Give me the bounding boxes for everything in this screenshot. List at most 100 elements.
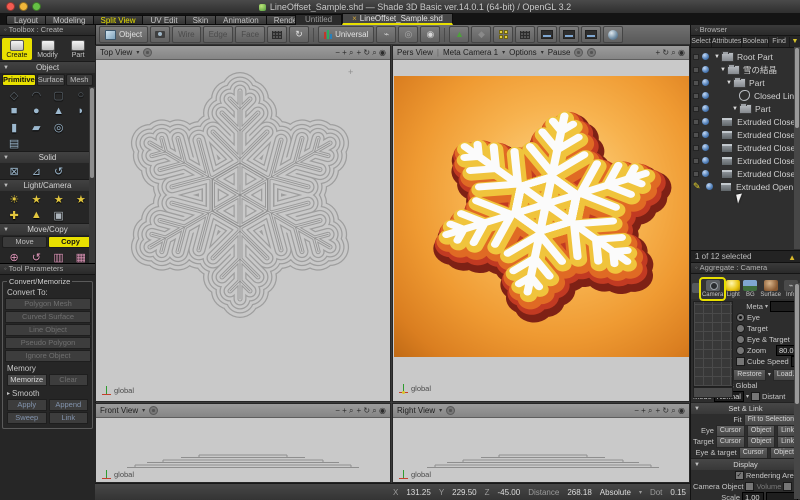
solid-revolve-icon[interactable]: ↺: [48, 163, 70, 179]
target-object-button[interactable]: Object: [747, 436, 775, 448]
disclosure-arrow[interactable]: ▼: [714, 54, 721, 60]
smooth-apply-button[interactable]: Apply: [7, 399, 47, 411]
pin-tool-button[interactable]: ◎: [398, 26, 418, 43]
visibility-toggle[interactable]: [693, 145, 699, 151]
visibility-toggle[interactable]: [693, 54, 699, 60]
disclosure-arrow[interactable]: ▼: [726, 80, 733, 86]
face-mode-button[interactable]: Face: [235, 26, 265, 43]
move-copy-section-header[interactable]: ▼Move/Copy: [0, 223, 95, 235]
eye-target-radio[interactable]: [736, 335, 745, 344]
render-toggle-icon[interactable]: [702, 144, 709, 151]
volume-checkbox[interactable]: [745, 482, 754, 491]
convert-curved-surface-button[interactable]: Curved Surface: [5, 311, 91, 323]
target-radio[interactable]: [736, 324, 745, 333]
curve-tool-icon[interactable]: ◠: [25, 87, 47, 103]
trackball-reset-button[interactable]: [693, 387, 733, 398]
box-tool-icon[interactable]: ■: [3, 103, 25, 119]
close-tab-icon[interactable]: ×: [352, 14, 357, 23]
tree-row[interactable]: Extruded Closed: [691, 141, 800, 154]
color-grid-button[interactable]: [493, 26, 513, 43]
viewport-gear-icon[interactable]: [143, 48, 152, 57]
doc-tab-untitled[interactable]: Untitled: [295, 14, 342, 25]
pause-button[interactable]: Pause: [548, 48, 571, 57]
toolbox-tab-modify[interactable]: Modify: [33, 38, 63, 60]
sun-light-icon[interactable]: ☀: [3, 191, 25, 207]
render-toggle-icon[interactable]: [702, 157, 709, 164]
set-link-section-header[interactable]: ▼Set & Link: [691, 402, 800, 414]
rect-tool-icon[interactable]: ▢: [48, 87, 70, 103]
render-toggle-icon[interactable]: [702, 53, 709, 60]
subtab-surface[interactable]: Surface: [37, 74, 65, 86]
tree-row[interactable]: ▼ Root Part: [691, 50, 800, 63]
lamp-tool-button[interactable]: ◉: [420, 26, 440, 43]
camera-trackball[interactable]: [693, 301, 733, 387]
eye-cursor-button[interactable]: Cursor: [716, 425, 745, 437]
torus-tool-icon[interactable]: ◎: [48, 119, 70, 135]
pers-view-label[interactable]: Pers View: [397, 48, 433, 57]
aggregate-scrollbar[interactable]: [794, 283, 800, 499]
toolbox-tab-part[interactable]: Part: [63, 38, 93, 60]
sight-checkbox[interactable]: [783, 482, 792, 491]
convert-pseudo-polygon-button[interactable]: Pseudo Polygon: [5, 337, 91, 349]
tab-skin[interactable]: Skin: [186, 15, 217, 25]
spot-light-icon[interactable]: ★: [25, 191, 47, 207]
aggregate-pin-icon[interactable]: [692, 283, 700, 293]
front-viewport-canvas[interactable]: global: [96, 417, 390, 482]
target-cursor-button[interactable]: Cursor: [716, 436, 745, 448]
right-viewport-canvas[interactable]: global: [393, 417, 689, 482]
close-window-button[interactable]: [6, 2, 15, 11]
rotate-copy-icon[interactable]: ↺: [25, 249, 47, 263]
render-toggle-icon[interactable]: [702, 170, 709, 177]
convert-line-object-button[interactable]: Line Object: [5, 324, 91, 336]
point-light-icon[interactable]: ★: [48, 191, 70, 207]
visibility-toggle[interactable]: [693, 93, 699, 99]
preview-render-button[interactable]: [603, 26, 623, 43]
render-toggle-icon[interactable]: [706, 183, 713, 190]
visibility-toggle[interactable]: [693, 132, 699, 138]
top-viewport-canvas[interactable]: + global: [96, 59, 390, 401]
visibility-toggle[interactable]: [693, 158, 699, 164]
visibility-toggle[interactable]: [693, 106, 699, 112]
doc-tab-active[interactable]: ×LineOffset_Sample.shd: [342, 13, 453, 25]
visibility-toggle[interactable]: [693, 171, 699, 177]
object-mode-button[interactable]: Object: [99, 26, 148, 43]
tab-layout[interactable]: Layout: [6, 15, 46, 25]
single-view-button[interactable]: [537, 26, 557, 43]
dual-view-button[interactable]: [559, 26, 579, 43]
coordinate-mode-dropdown[interactable]: Absolute: [600, 488, 631, 497]
viewport-gear-icon[interactable]: [446, 406, 455, 415]
tree-row[interactable]: ▼ Part: [691, 76, 800, 89]
visibility-toggle[interactable]: [693, 119, 699, 125]
visibility-toggle[interactable]: [693, 80, 699, 86]
render-toggle-icon[interactable]: [702, 118, 709, 125]
right-viewport[interactable]: Right View▾ − + ⌕ + ↻ ⌕ ◉ globa: [392, 403, 690, 483]
right-view-label[interactable]: Right View: [397, 406, 435, 415]
camera-tool-button[interactable]: [150, 26, 170, 43]
object-section-header[interactable]: ▼Object: [0, 61, 95, 73]
rotate-tool-button[interactable]: ↻: [289, 26, 309, 43]
smooth-append-button[interactable]: Append: [49, 399, 89, 411]
stair-tool-icon[interactable]: ▤: [3, 135, 25, 151]
rendering-area-checkbox[interactable]: ✓: [735, 471, 744, 480]
minimize-window-button[interactable]: [19, 2, 28, 11]
cube-speed-checkbox[interactable]: [736, 357, 745, 366]
tree-row[interactable]: Closed Line: [691, 89, 800, 102]
pers-viewport-canvas[interactable]: global: [393, 59, 689, 401]
visibility-toggle[interactable]: [693, 67, 699, 73]
browser-tab-boolean[interactable]: Boolean: [742, 37, 769, 47]
universal-manipulator-button[interactable]: Universal: [318, 26, 374, 43]
browser-tab-find[interactable]: Find: [769, 37, 790, 47]
top-viewport[interactable]: Top View▾ − + ⌕ + ↻ ⌕ ◉: [95, 45, 391, 402]
render-toggle-icon[interactable]: [702, 92, 709, 99]
toolbox-header[interactable]: ◦Toolbox : Create: [0, 25, 95, 36]
distant-checkbox[interactable]: [751, 392, 760, 401]
solid-sweep-icon[interactable]: ⊿: [25, 163, 47, 179]
render-toggle-icon[interactable]: [702, 105, 709, 112]
smooth-sweep-button[interactable]: Sweep: [7, 412, 47, 424]
aggregate-tab-camera[interactable]: Camera: [701, 279, 724, 299]
smooth-disclosure[interactable]: ▸Smooth: [7, 389, 90, 398]
browser-tab-attributes[interactable]: Attributes: [712, 37, 743, 47]
snap-button[interactable]: [267, 26, 287, 43]
solid-section-header[interactable]: ▼Solid: [0, 151, 95, 163]
aggregate-tab-surface[interactable]: Surface: [759, 279, 782, 299]
